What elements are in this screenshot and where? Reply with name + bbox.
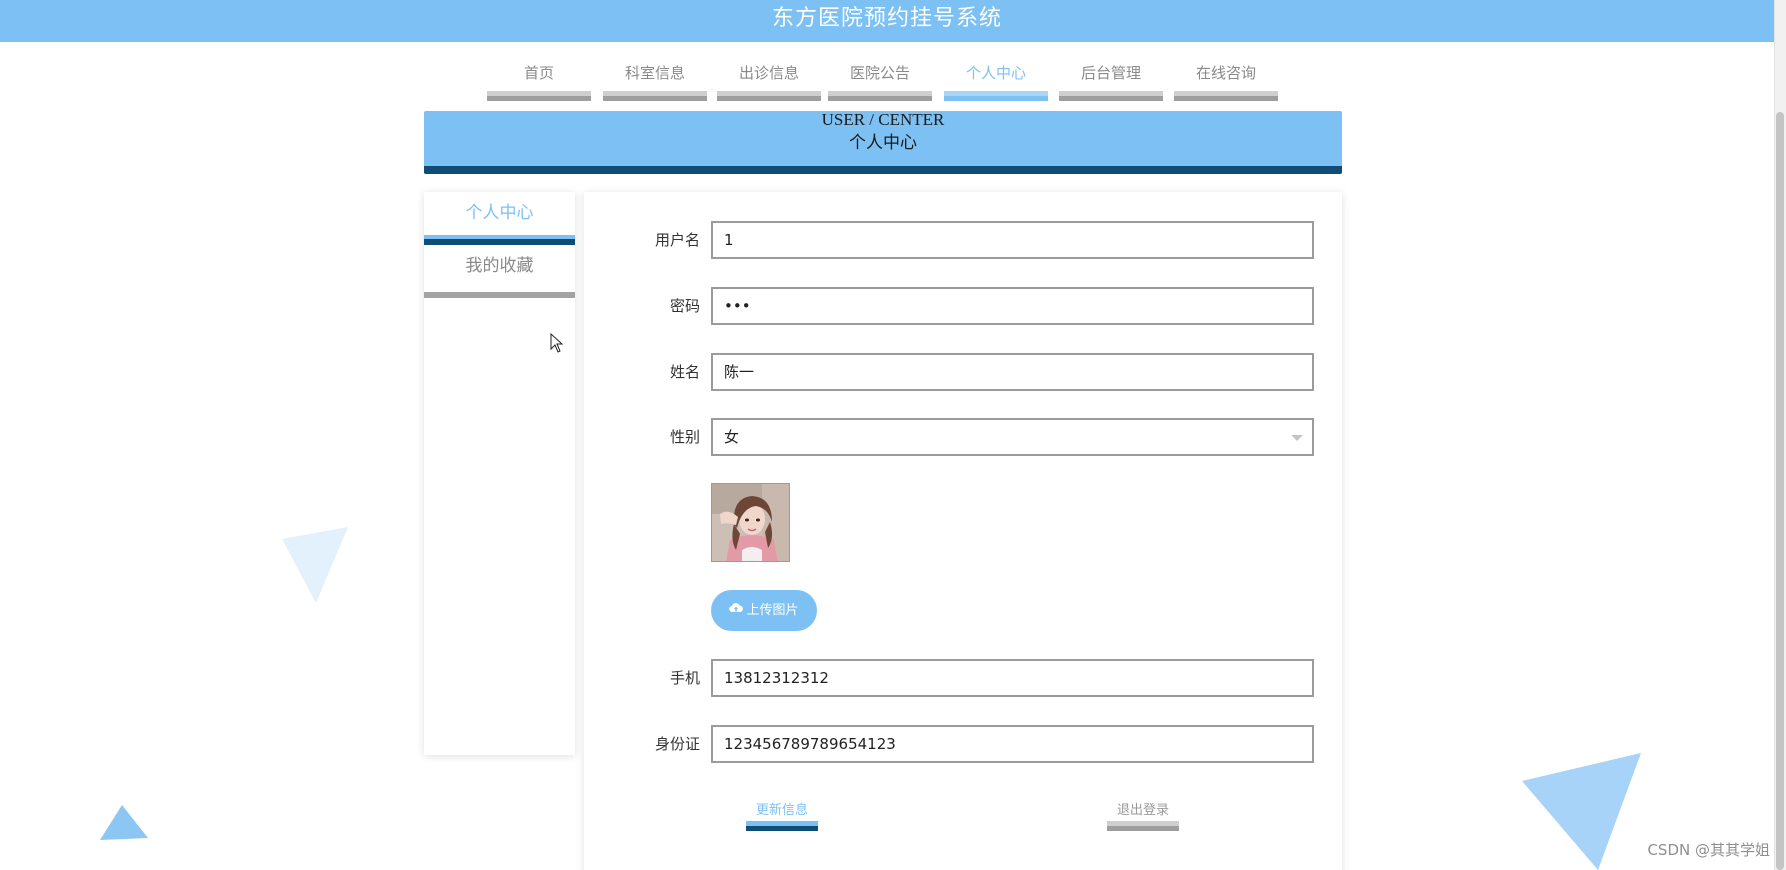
- sidebar-item-label: 个人中心: [465, 203, 534, 223]
- page: 东方医院预约挂号系统 首页 科室信息 出诊信息 医院公告 个人中心 后台管理 在…: [0, 0, 1786, 870]
- id-card-label: 身份证: [654, 735, 700, 753]
- nav-item-underline: [1059, 91, 1163, 101]
- password-input[interactable]: •••: [711, 287, 1314, 325]
- banner-title-zh: 个人中心: [849, 133, 917, 153]
- update-info-label: 更新信息: [755, 803, 808, 818]
- logout-underline: [1107, 821, 1179, 831]
- decorative-triangle: [282, 527, 348, 603]
- upload-button-label: 上传图片: [746, 603, 799, 618]
- nav-item-underline: [487, 91, 591, 101]
- nav-item-user-center[interactable]: 个人中心: [944, 55, 1048, 101]
- nav-item-consult[interactable]: 在线咨询: [1174, 55, 1278, 101]
- profile-form-panel: 用户名 1 密码 ••• 姓名 陈一 性别 女 上传图片 手机 13812312…: [584, 192, 1342, 870]
- nav-item-admin[interactable]: 后台管理: [1059, 55, 1163, 101]
- nav-item-home[interactable]: 首页: [487, 55, 591, 101]
- nav-item-underline: [828, 91, 932, 101]
- gender-select[interactable]: 女: [711, 418, 1314, 456]
- sidebar-item-favorites[interactable]: 我的收藏: [424, 245, 575, 298]
- upload-image-button[interactable]: 上传图片: [711, 590, 817, 631]
- phone-label: 手机: [669, 669, 700, 687]
- page-scrollbar[interactable]: [1774, 0, 1786, 870]
- nav-item-underline: [603, 91, 707, 101]
- header-bar: 东方医院预约挂号系统: [0, 0, 1774, 42]
- sidebar-item-underline: [424, 235, 575, 245]
- nav-item-label: 个人中心: [965, 64, 1026, 82]
- sidebar-item-label: 我的收藏: [465, 256, 534, 276]
- nav-item-label: 后台管理: [1080, 64, 1141, 82]
- sidebar-item-underline: [424, 288, 575, 298]
- nav-item-announcements[interactable]: 医院公告: [828, 55, 932, 101]
- nav-item-underline: [717, 91, 821, 101]
- logout-button[interactable]: 退出登录: [1107, 801, 1179, 831]
- nav-item-departments[interactable]: 科室信息: [603, 55, 707, 101]
- watermark: CSDN @其其学姐: [1647, 841, 1770, 859]
- update-info-underline: [746, 821, 818, 831]
- gender-select-value: 女: [724, 428, 740, 446]
- chevron-down-icon: [1291, 435, 1303, 441]
- mouse-pointer-icon: [550, 333, 564, 353]
- password-row: 密码 •••: [584, 287, 1342, 325]
- decorative-triangle: [1522, 753, 1641, 870]
- nav-item-schedule[interactable]: 出诊信息: [717, 55, 821, 101]
- nav-item-underline: [944, 91, 1048, 101]
- gender-row: 性别 女: [584, 418, 1342, 456]
- id-card-input[interactable]: 123456789789654123: [711, 725, 1314, 763]
- sidebar-item-user-center[interactable]: 个人中心: [424, 192, 575, 245]
- site-title: 东方医院预约挂号系统: [771, 6, 1002, 31]
- nav-item-label: 出诊信息: [738, 64, 799, 82]
- username-row: 用户名 1: [584, 221, 1342, 259]
- name-input[interactable]: 陈一: [711, 353, 1314, 391]
- decorative-triangle: [100, 805, 148, 840]
- sidebar: 个人中心 我的收藏: [424, 192, 575, 755]
- scrollbar-thumb[interactable]: [1776, 112, 1784, 870]
- update-info-button[interactable]: 更新信息: [746, 801, 818, 831]
- nav-item-label: 医院公告: [849, 64, 910, 82]
- username-input[interactable]: 1: [711, 221, 1314, 259]
- nav-item-underline: [1174, 91, 1278, 101]
- password-label: 密码: [669, 297, 700, 315]
- username-label: 用户名: [654, 231, 700, 249]
- cloud-upload-icon: [729, 589, 744, 630]
- avatar-image: [711, 483, 790, 562]
- nav-item-label: 科室信息: [624, 64, 685, 82]
- banner-title-en: USER / CENTER: [821, 111, 945, 129]
- id-card-row: 身份证 123456789789654123: [584, 725, 1342, 763]
- phone-row: 手机 13812312312: [584, 659, 1342, 697]
- nav-item-label: 在线咨询: [1195, 64, 1256, 82]
- name-label: 姓名: [669, 363, 700, 381]
- nav-item-label: 首页: [523, 64, 554, 82]
- phone-input[interactable]: 13812312312: [711, 659, 1314, 697]
- logout-label: 退出登录: [1116, 803, 1169, 818]
- gender-label: 性别: [669, 428, 700, 446]
- name-row: 姓名 陈一: [584, 353, 1342, 391]
- section-banner: USER / CENTER 个人中心: [424, 111, 1342, 174]
